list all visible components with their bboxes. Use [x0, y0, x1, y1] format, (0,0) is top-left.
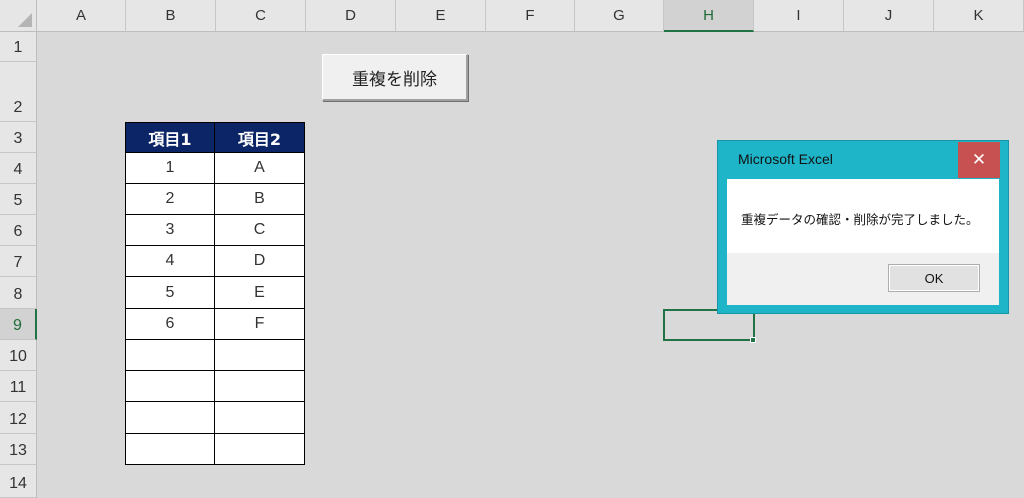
row-header-3[interactable]: 3	[0, 122, 37, 153]
table-cell[interactable]	[125, 402, 215, 434]
table-cell[interactable]	[215, 402, 305, 434]
column-header-f[interactable]: F	[486, 0, 575, 32]
table-cell[interactable]: 2	[125, 184, 215, 215]
fill-handle[interactable]	[750, 337, 756, 343]
row-header-2[interactable]: 2	[0, 62, 37, 122]
message-dialog: Microsoft Excel ✕ 重複データの確認・削除が完了しました。 OK	[717, 140, 1009, 314]
row-header-1[interactable]: 1	[0, 32, 37, 62]
column-header-b[interactable]: B	[126, 0, 216, 32]
column-header-a[interactable]: A	[37, 0, 126, 32]
dialog-title: Microsoft Excel	[738, 151, 833, 167]
column-header-j[interactable]: J	[844, 0, 934, 32]
row-header-9[interactable]: 9	[0, 309, 37, 340]
column-header-c[interactable]: C	[216, 0, 306, 32]
table-cell[interactable]: 1	[125, 153, 215, 184]
column-header-g[interactable]: G	[575, 0, 664, 32]
table-cell[interactable]: E	[215, 277, 305, 309]
column-header-h[interactable]: H	[664, 0, 754, 32]
table-cell[interactable]: C	[215, 215, 305, 246]
dialog-message: 重複データの確認・削除が完了しました。	[741, 212, 979, 227]
column-header-i[interactable]: I	[754, 0, 844, 32]
row-header-10[interactable]: 10	[0, 340, 37, 371]
remove-duplicates-button[interactable]: 重複を削除	[322, 54, 468, 101]
row-header-11[interactable]: 11	[0, 371, 37, 402]
dialog-body: 重複データの確認・削除が完了しました。 OK	[727, 179, 999, 305]
row-header-6[interactable]: 6	[0, 215, 37, 246]
column-header-e[interactable]: E	[396, 0, 486, 32]
row-header-4[interactable]: 4	[0, 153, 37, 184]
select-all-icon	[18, 13, 32, 27]
table-header-cell[interactable]: 項目1	[125, 122, 215, 153]
table-cell[interactable]: 5	[125, 277, 215, 309]
row-header-13[interactable]: 13	[0, 434, 37, 465]
table-cell[interactable]	[215, 371, 305, 402]
dialog-footer: OK	[727, 253, 999, 305]
table-cell[interactable]	[125, 371, 215, 402]
table-cell[interactable]: A	[215, 153, 305, 184]
column-header-d[interactable]: D	[306, 0, 396, 32]
table-cell[interactable]: B	[215, 184, 305, 215]
select-all-corner[interactable]	[0, 0, 37, 32]
ok-button[interactable]: OK	[888, 264, 980, 292]
column-header-k[interactable]: K	[934, 0, 1024, 32]
row-header-7[interactable]: 7	[0, 246, 37, 277]
table-cell[interactable]	[215, 434, 305, 465]
table-cell[interactable]: F	[215, 309, 305, 340]
table-cell[interactable]	[125, 434, 215, 465]
table-cell[interactable]	[125, 340, 215, 371]
row-header-5[interactable]: 5	[0, 184, 37, 215]
table-cell[interactable]: D	[215, 246, 305, 277]
row-header-8[interactable]: 8	[0, 277, 37, 309]
table-cell[interactable]: 4	[125, 246, 215, 277]
table-cell[interactable]	[215, 340, 305, 371]
row-header-12[interactable]: 12	[0, 402, 37, 434]
table-header-cell[interactable]: 項目2	[215, 122, 305, 153]
close-icon[interactable]: ✕	[958, 142, 1000, 178]
row-header-14[interactable]: 14	[0, 465, 37, 498]
table-cell[interactable]: 6	[125, 309, 215, 340]
table-cell[interactable]: 3	[125, 215, 215, 246]
